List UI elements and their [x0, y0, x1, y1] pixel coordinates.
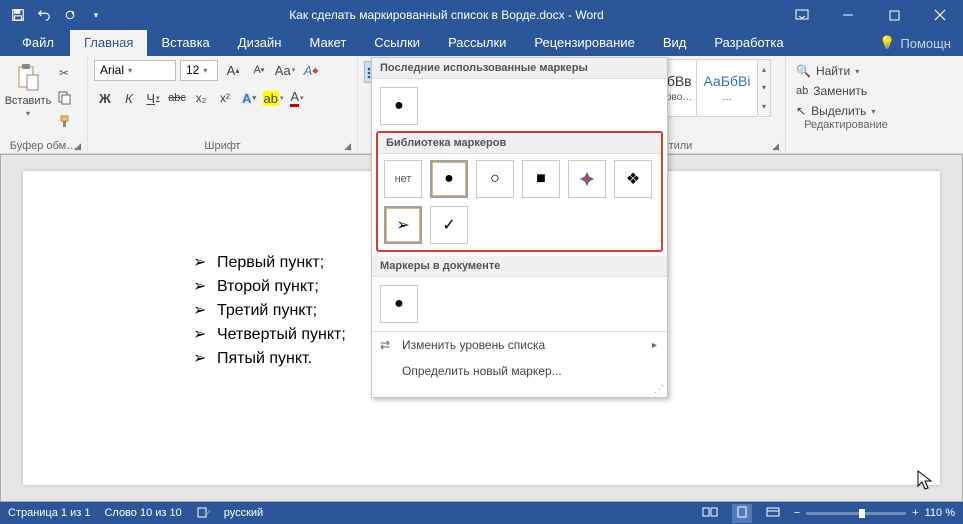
- recent-bullets-header: Последние использованные маркеры: [372, 58, 667, 79]
- zoom-in-icon[interactable]: +: [912, 507, 918, 519]
- superscript-button[interactable]: x²: [214, 87, 236, 109]
- font-color-icon[interactable]: A: [286, 87, 308, 109]
- tab-references[interactable]: Ссылки: [360, 30, 434, 56]
- find-button[interactable]: 🔍Найти ▾: [792, 63, 900, 79]
- spellcheck-icon[interactable]: [196, 505, 210, 522]
- status-page[interactable]: Страница 1 из 1: [8, 507, 90, 519]
- view-print-icon[interactable]: [732, 504, 752, 523]
- qat-customize-icon[interactable]: ▾: [84, 3, 108, 27]
- group-editing-label: Редактирование: [792, 119, 900, 133]
- tab-design[interactable]: Дизайн: [224, 30, 296, 56]
- dialog-launcher-icon[interactable]: ◢: [344, 141, 351, 152]
- bullets-dropdown: Последние использованные маркеры ● Библи…: [371, 57, 668, 398]
- minimize-icon[interactable]: [825, 0, 871, 30]
- font-size-combo[interactable]: 12▾: [180, 60, 218, 81]
- bullet-none[interactable]: нет: [384, 160, 422, 198]
- bullet-library-header: Библиотека маркеров: [378, 133, 661, 154]
- bulb-icon: 💡: [879, 35, 895, 51]
- format-painter-icon[interactable]: [53, 110, 75, 132]
- zoom-level[interactable]: 110 %: [925, 507, 955, 519]
- close-icon[interactable]: [917, 0, 963, 30]
- maximize-icon[interactable]: [871, 0, 917, 30]
- save-icon[interactable]: [6, 3, 30, 27]
- view-read-icon[interactable]: [702, 506, 718, 521]
- undo-icon[interactable]: [32, 3, 56, 27]
- ribbon-options-icon[interactable]: [779, 0, 825, 30]
- copy-icon[interactable]: [53, 86, 75, 108]
- define-new-bullet[interactable]: Определить новый маркер...: [372, 358, 667, 384]
- tab-view[interactable]: Вид: [649, 30, 701, 56]
- shrink-font-icon[interactable]: A▾: [248, 59, 270, 81]
- select-button[interactable]: ↖Выделить ▾: [792, 103, 900, 119]
- underline-button[interactable]: Ч: [142, 87, 164, 109]
- bullet-recent-disc[interactable]: ●: [380, 87, 418, 125]
- status-language[interactable]: русский: [224, 507, 263, 519]
- font-name-combo[interactable]: Arial▾: [94, 60, 176, 81]
- redo-icon[interactable]: [58, 3, 82, 27]
- indent-icon: ⇄: [380, 338, 390, 352]
- cut-icon[interactable]: ✂: [53, 62, 75, 84]
- bullet-arrow[interactable]: ➢: [384, 206, 422, 244]
- window-title: Как сделать маркированный список в Ворде…: [114, 8, 779, 22]
- bold-button[interactable]: Ж: [94, 87, 116, 109]
- replace-icon: ab: [796, 85, 808, 97]
- replace-button[interactable]: abЗаменить: [792, 83, 900, 99]
- strike-button[interactable]: abc: [166, 87, 188, 109]
- zoom-slider[interactable]: [806, 512, 906, 515]
- chevron-right-icon: ▸: [652, 340, 657, 351]
- change-list-level[interactable]: ⇄Изменить уровень списка▸: [372, 332, 667, 358]
- tab-mailings[interactable]: Рассылки: [434, 30, 520, 56]
- bullet-square[interactable]: ■: [522, 160, 560, 198]
- zoom-out-icon[interactable]: −: [794, 507, 800, 519]
- group-font-label: Шрифт◢: [94, 140, 351, 154]
- tab-review[interactable]: Рецензирование: [520, 30, 648, 56]
- text-effects-icon[interactable]: A: [238, 87, 260, 109]
- tab-insert[interactable]: Вставка: [147, 30, 223, 56]
- tab-developer[interactable]: Разработка: [700, 30, 797, 56]
- dialog-launcher-icon[interactable]: ◢: [772, 141, 779, 152]
- group-clipboard-label: Буфер обм…◢: [6, 140, 81, 154]
- doc-bullets-header: Маркеры в документе: [372, 256, 667, 277]
- dialog-launcher-icon[interactable]: ◢: [74, 141, 81, 152]
- bullet-check[interactable]: ✓: [430, 206, 468, 244]
- select-icon: ↖: [796, 104, 806, 118]
- view-web-icon[interactable]: [766, 506, 780, 521]
- grow-font-icon[interactable]: A▴: [222, 59, 244, 81]
- search-icon: 🔍: [796, 64, 811, 78]
- style-title[interactable]: АаБбВі…: [696, 59, 758, 117]
- paste-button[interactable]: Вставить ▾: [6, 59, 50, 118]
- subscript-button[interactable]: x₂: [190, 87, 212, 109]
- tab-layout[interactable]: Макет: [295, 30, 360, 56]
- bullet-circle[interactable]: ○: [476, 160, 514, 198]
- bullet-disc[interactable]: ●: [430, 160, 468, 198]
- bullet-diamonds[interactable]: ❖: [614, 160, 652, 198]
- bullet-4diamond[interactable]: [568, 160, 606, 198]
- highlight-icon[interactable]: ab: [262, 87, 284, 109]
- change-case-icon[interactable]: Aa: [274, 59, 296, 81]
- clear-format-icon[interactable]: A◆: [300, 59, 322, 81]
- styles-expand[interactable]: ▴▾▾: [757, 59, 771, 117]
- tab-file[interactable]: Файл: [6, 30, 70, 56]
- resize-grip-icon[interactable]: ⋰: [372, 384, 667, 397]
- italic-button[interactable]: К: [118, 87, 140, 109]
- bullet-indoc-disc[interactable]: ●: [380, 285, 418, 323]
- tab-home[interactable]: Главная: [70, 30, 147, 56]
- status-words[interactable]: Слово 10 из 10: [104, 507, 181, 519]
- tell-me[interactable]: 💡Помощн: [867, 35, 963, 56]
